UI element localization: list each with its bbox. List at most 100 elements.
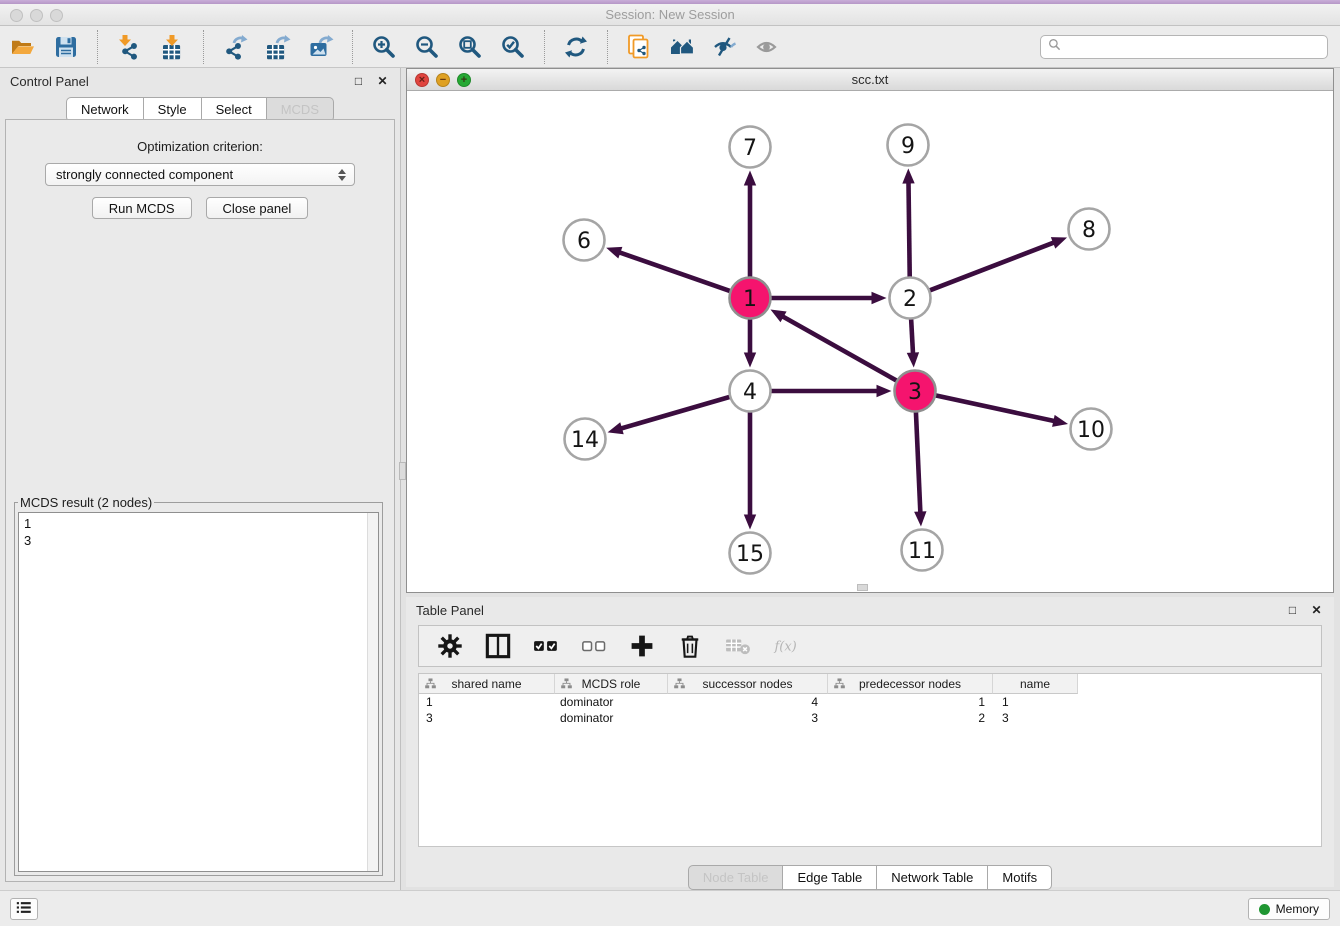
graph-node-3[interactable]: 3 <box>895 371 936 412</box>
function-builder-button: f(x) <box>773 633 799 659</box>
tab-network-table[interactable]: Network Table <box>877 865 988 890</box>
import-table-icon <box>159 34 185 60</box>
graph-edge-arrow-icon <box>902 168 914 183</box>
float-panel-button[interactable]: □ <box>351 74 366 89</box>
graph-edge-3-10[interactable] <box>936 395 1059 421</box>
graph-edge-arrow-icon <box>914 511 926 526</box>
delete-column-button[interactable] <box>677 633 703 659</box>
graph-node-6[interactable]: 6 <box>564 220 605 261</box>
delete-table-button <box>725 633 751 659</box>
save-session-button[interactable] <box>49 31 83 63</box>
graph-node-10[interactable]: 10 <box>1071 409 1112 450</box>
search-input[interactable] <box>1066 40 1320 55</box>
float-table-panel-button[interactable]: □ <box>1285 603 1300 618</box>
graph-edge-2-8[interactable] <box>930 241 1058 290</box>
table-cell[interactable]: dominator <box>555 695 668 709</box>
table-row[interactable]: 3dominator323 <box>419 710 1321 726</box>
result-scrollbar[interactable] <box>367 513 378 871</box>
column-view-button[interactable] <box>485 633 511 659</box>
mcds-result-box[interactable]: 1 3 <box>18 512 379 872</box>
node-table[interactable]: shared nameMCDS rolesuccessor nodesprede… <box>418 673 1322 847</box>
graph-edge-2-9[interactable] <box>908 178 909 277</box>
table-row[interactable]: 1dominator411 <box>419 694 1321 710</box>
titlebar: Session: New Session <box>0 0 1340 26</box>
export-table-button[interactable] <box>261 31 295 63</box>
column-header-name[interactable]: name <box>993 674 1078 694</box>
tab-node-table[interactable]: Node Table <box>688 865 784 890</box>
column-header-mcds-role[interactable]: MCDS role <box>555 674 668 694</box>
graph-node-1[interactable]: 1 <box>730 278 771 319</box>
refresh-button[interactable] <box>559 31 593 63</box>
graph-edge-2-3[interactable] <box>911 319 913 358</box>
graph-edge-1-6[interactable] <box>616 251 731 291</box>
graph-node-2[interactable]: 2 <box>890 278 931 319</box>
network-file-button[interactable] <box>622 31 656 63</box>
graph-edge-3-11[interactable] <box>916 412 921 517</box>
import-table-button[interactable] <box>155 31 189 63</box>
table-cell[interactable]: 3 <box>419 711 555 725</box>
graph-node-11[interactable]: 11 <box>902 530 943 571</box>
export-network-button[interactable] <box>218 31 252 63</box>
graph-node-14[interactable]: 14 <box>565 419 606 460</box>
table-cell[interactable]: 1 <box>419 695 555 709</box>
plus-icon <box>629 633 655 659</box>
graph-edge-arrow-icon <box>907 352 919 367</box>
main-toolbar <box>0 27 1340 68</box>
zoom-selected-button[interactable] <box>496 31 530 63</box>
table-cell[interactable]: 2 <box>828 711 993 725</box>
deselect-all-columns-button[interactable] <box>581 633 607 659</box>
column-header-successor-nodes[interactable]: successor nodes <box>668 674 828 694</box>
select-all-columns-button[interactable] <box>533 633 559 659</box>
graph-edge-4-14[interactable] <box>617 397 730 430</box>
graph-node-9[interactable]: 9 <box>888 125 929 166</box>
column-header-shared-name[interactable]: shared name <box>419 674 555 694</box>
home-button[interactable] <box>665 31 699 63</box>
run-mcds-button[interactable]: Run MCDS <box>92 197 192 219</box>
tab-edge-table[interactable]: Edge Table <box>783 865 877 890</box>
zoom-in-button[interactable] <box>367 31 401 63</box>
table-cell[interactable]: 3 <box>993 711 1078 725</box>
table-toolbar: f(x) <box>418 625 1322 667</box>
graph-edge-3-1[interactable] <box>779 314 897 380</box>
network-graph[interactable]: 7 9 6 8 1 2 4 3 14 10 15 11 <box>407 91 1333 592</box>
graph-node-8[interactable]: 8 <box>1069 209 1110 250</box>
panel-list-button[interactable] <box>10 898 38 920</box>
criterion-select[interactable]: strongly connected component <box>45 163 355 186</box>
graph-node-4[interactable]: 4 <box>730 371 771 412</box>
table-panel-header: Table Panel □ ✕ <box>406 597 1334 623</box>
split-pane-grip[interactable] <box>399 462 406 480</box>
search-field[interactable] <box>1040 35 1328 59</box>
table-cell[interactable]: dominator <box>555 711 668 725</box>
network-resize-grip[interactable] <box>857 584 868 591</box>
import-network-button[interactable] <box>112 31 146 63</box>
svg-text:14: 14 <box>571 428 599 453</box>
graph-node-7[interactable]: 7 <box>730 127 771 168</box>
close-panel-button[interactable]: ✕ <box>375 74 390 89</box>
open-file-button[interactable] <box>6 31 40 63</box>
zoom-fit-button[interactable] <box>453 31 487 63</box>
svg-text:3: 3 <box>908 380 922 405</box>
status-bar: Memory <box>0 890 1340 926</box>
graph-edge-arrow-icon <box>744 353 756 368</box>
table-cell[interactable]: 1 <box>828 695 993 709</box>
hide-details-button[interactable] <box>708 31 742 63</box>
table-cell[interactable]: 4 <box>668 695 828 709</box>
function-icon: f(x) <box>773 633 799 659</box>
svg-text:4: 4 <box>743 380 757 405</box>
network-canvas[interactable]: 7 9 6 8 1 2 4 3 14 10 15 11 <box>407 91 1333 592</box>
add-column-button[interactable] <box>629 633 655 659</box>
close-panel-button-2[interactable]: Close panel <box>206 197 309 219</box>
table-tabs: Node TableEdge TableNetwork TableMotifs <box>406 865 1334 890</box>
zoom-out-button[interactable] <box>410 31 444 63</box>
table-cell[interactable]: 3 <box>668 711 828 725</box>
tab-motifs[interactable]: Motifs <box>988 865 1052 890</box>
table-options-button[interactable] <box>437 633 463 659</box>
show-details-button <box>751 31 785 63</box>
close-table-panel-button[interactable]: ✕ <box>1309 603 1324 618</box>
memory-status-icon <box>1259 904 1270 915</box>
table-cell[interactable]: 1 <box>993 695 1078 709</box>
graph-node-15[interactable]: 15 <box>730 533 771 574</box>
column-header-predecessor-nodes[interactable]: predecessor nodes <box>828 674 993 694</box>
export-image-button[interactable] <box>304 31 338 63</box>
memory-button[interactable]: Memory <box>1248 898 1330 920</box>
